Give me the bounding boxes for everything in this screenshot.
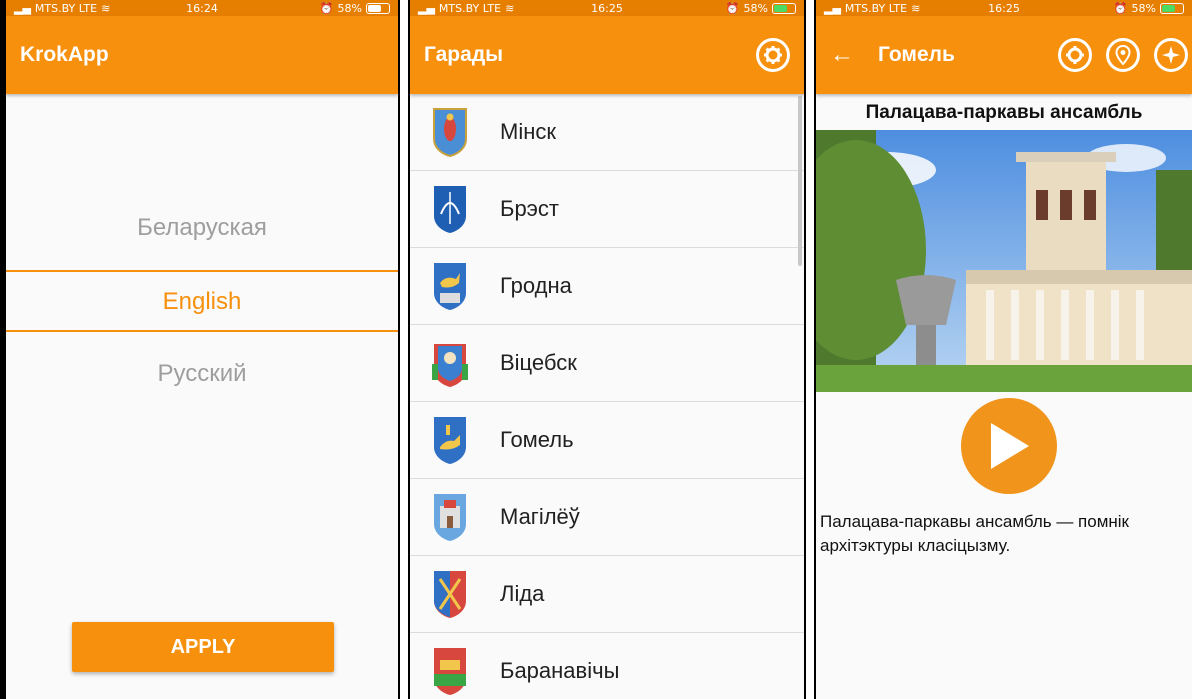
status-bar: ▂▄ MTS.BY LTE ≋ 16:25 ⏰ 58% [410,0,804,16]
place-title: Палацава-паркавы ансамбль [865,102,1143,123]
vitebsk-crest-icon [432,344,468,387]
battery-icon [772,2,796,14]
city-item-minsk[interactable]: Мінск [410,94,804,171]
palace-photo [816,130,1192,392]
place-description: Палацава-паркавы ансамбль — помнік архіт… [820,512,1129,555]
wifi-icon: ≋ [911,1,921,15]
grodno-crest-icon [434,263,466,310]
gomel-crest-icon [434,417,466,464]
baranovichi-crest-icon [434,648,466,695]
language-option-english[interactable]: English [6,288,398,316]
wifi-icon: ≋ [505,1,515,15]
status-bar: ▂▄ MTS.BY LTE ≋ 16:24 ⏰ 58% [6,0,398,16]
wifi-icon: ≋ [101,1,111,15]
battery-percent: 58% [743,1,768,15]
clock: 16:25 [988,1,1020,15]
language-option-belarusian[interactable]: Беларуская [6,214,398,242]
language-screen: ▂▄ MTS.BY LTE ≋ 16:24 ⏰ 58% KrokApp Беларус… [0,0,400,699]
apply-button[interactable]: APPLY [72,622,334,672]
carrier-label: MTS.BY LTE [844,1,908,15]
clock: 16:24 [186,1,218,15]
language-option-russian[interactable]: Русский [6,360,398,388]
signal-icon: ▂▄ [418,1,435,15]
city-list: Мінск Брэст Гродна Віцебск Гомель Магілё… [410,94,804,699]
city-item-grodno[interactable]: Гродна [410,248,804,325]
carrier-label: MTS.BY LTE [34,1,98,15]
picker-divider-bottom [6,330,398,332]
battery-percent: 58% [337,1,362,15]
carrier-label: MTS.BY LTE [438,1,502,15]
brest-crest-icon [434,186,466,233]
city-item-gomel[interactable]: Гомель [410,402,804,479]
battery-icon [1160,2,1184,14]
back-arrow-icon[interactable]: ← [830,41,854,69]
play-icon [991,423,1029,469]
status-bar: ▂▄ MTS.BY LTE ≋ 16:25 ⏰ 58% [816,0,1192,16]
battery-percent: 58% [1131,1,1156,15]
city-item-baranovichi[interactable]: Баранавічы [410,633,804,699]
app-title: KrokApp [20,43,109,66]
city-name: Брэст [500,196,559,221]
location-pin-icon[interactable] [1106,38,1140,72]
cities-screen: ▂▄ MTS.BY LTE ≋ 16:25 ⏰ 58% Гарады Мінск Бр… [408,0,806,699]
city-name: Баранавічы [500,658,620,683]
scrollbar[interactable] [798,96,802,266]
app-bar: KrokApp [6,16,398,94]
place-screen: ▂▄ MTS.BY LTE ≋ 16:25 ⏰ 58% ← Гомель Палаца… [814,0,1192,699]
compass-icon[interactable] [1154,38,1188,72]
minsk-crest-icon [433,108,467,157]
city-item-brest[interactable]: Брэст [410,171,804,248]
app-bar: ← Гомель [816,16,1192,94]
city-item-mogilev[interactable]: Магілёў [410,479,804,556]
gear-icon[interactable] [1058,38,1092,72]
signal-icon: ▂▄ [14,1,31,15]
city-item-vitebsk[interactable]: Віцебск [410,325,804,402]
alarm-icon: ⏰ [1113,1,1128,15]
gear-icon[interactable] [756,38,790,72]
alarm-icon: ⏰ [319,1,334,15]
app-bar: Гарады [410,16,804,94]
play-button[interactable] [961,398,1057,494]
city-name: Гомель [500,427,574,452]
city-name: Ліда [500,581,545,606]
city-name: Магілёў [500,504,580,529]
city-name: Гродна [500,273,572,298]
alarm-icon: ⏰ [725,1,740,15]
mogilev-crest-icon [434,494,466,541]
clock: 16:25 [591,1,623,15]
city-item-lida[interactable]: Ліда [410,556,804,633]
battery-icon [365,2,390,14]
page-title: Гомель [878,43,955,66]
lida-crest-icon [434,571,466,618]
city-name: Мінск [500,119,556,144]
signal-icon: ▂▄ [824,1,841,15]
page-title: Гарады [424,43,504,66]
city-name: Віцебск [500,350,577,375]
picker-divider-top [6,270,398,272]
